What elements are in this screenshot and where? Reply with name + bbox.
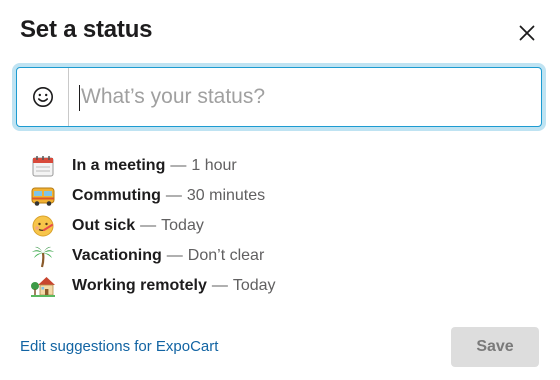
suggestion-out-sick[interactable]: Out sick — Today — [30, 211, 276, 241]
suggestion-label: Commuting — [72, 187, 161, 204]
face-with-thermometer-icon — [30, 213, 56, 239]
suggestion-label: Working remotely — [72, 277, 207, 294]
close-button[interactable] — [511, 17, 543, 49]
suggestion-working-remotely[interactable]: Working remotely — Today — [30, 271, 276, 301]
suggestion-duration: Today — [161, 217, 204, 234]
suggestion-separator: — — [170, 157, 187, 174]
suggestion-duration: 30 minutes — [186, 187, 266, 204]
set-status-dialog: Set a status What’s your status? In a me… — [0, 0, 560, 380]
suggestion-label: In a meeting — [72, 157, 166, 174]
suggestion-commuting[interactable]: Commuting — 30 minutes — [30, 181, 276, 211]
emoji-picker-button[interactable] — [17, 68, 69, 126]
edit-suggestions-link[interactable]: Edit suggestions for ExpoCart — [20, 338, 218, 355]
suggestion-duration: Don’t clear — [187, 247, 265, 264]
close-icon — [519, 25, 535, 41]
suggestion-separator: — — [140, 217, 157, 234]
status-suggestions-list: In a meeting — 1 hour Commuting — 30 min… — [30, 151, 276, 301]
suggestion-label: Vacationing — [72, 247, 162, 264]
suggestion-duration: Today — [232, 277, 276, 294]
suggestion-label: Out sick — [72, 217, 136, 234]
suggestion-separator: — — [165, 187, 182, 204]
smiley-face-icon — [32, 87, 53, 107]
status-input-container — [16, 67, 542, 127]
palm-tree-icon — [30, 243, 56, 269]
save-button[interactable]: Save — [451, 327, 539, 367]
suggestion-in-a-meeting[interactable]: In a meeting — 1 hour — [30, 151, 276, 181]
suggestion-duration: 1 hour — [191, 157, 237, 174]
suggestion-separator: — — [211, 277, 228, 294]
house-with-garden-icon — [30, 273, 56, 299]
suggestion-vacationing[interactable]: Vacationing — Don’t clear — [30, 241, 276, 271]
status-input[interactable] — [69, 68, 541, 126]
suggestion-separator: — — [166, 247, 183, 264]
text-cursor — [79, 85, 80, 111]
dialog-title: Set a status — [20, 16, 153, 43]
calendar-icon — [30, 153, 56, 179]
bus-icon — [30, 183, 56, 209]
